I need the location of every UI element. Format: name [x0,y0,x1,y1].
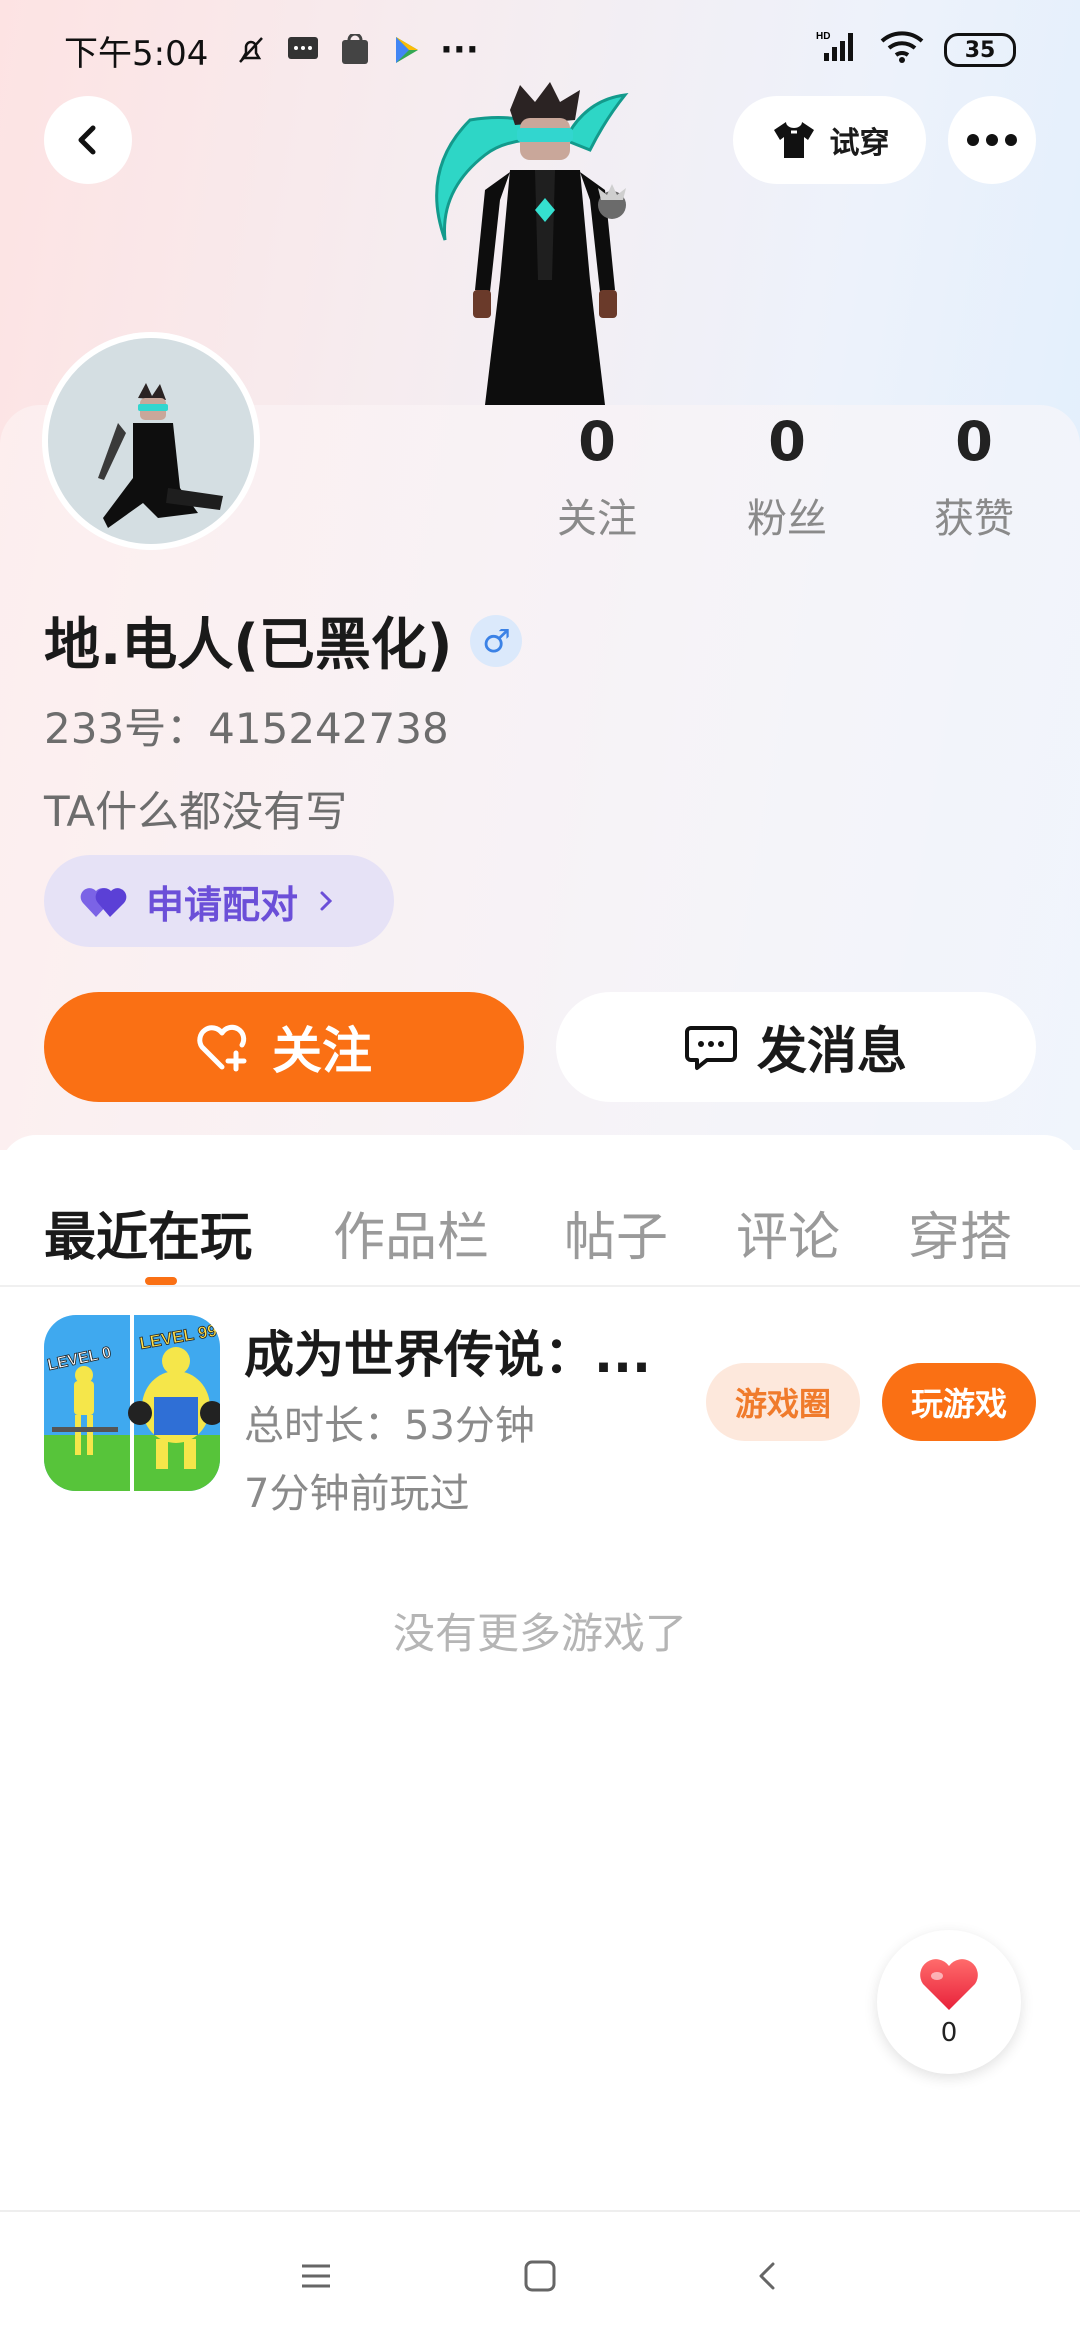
mi-store-icon [338,33,372,67]
tab-works[interactable]: 作品栏 [333,1195,489,1270]
tabs-divider [0,1285,1080,1287]
follow-label: 关注 [272,1022,372,1080]
send-message-label: 发消息 [757,1022,907,1080]
try-on-button[interactable]: 试穿 [733,96,926,184]
avatar-image [98,383,223,528]
character-avatar-figure[interactable] [415,80,675,405]
mute-bell-icon [234,33,268,67]
male-gender-icon: ♂ [470,614,523,667]
wifi-icon [880,29,924,72]
back-button[interactable] [44,96,132,184]
apply-pair-label: 申请配对 [146,882,299,927]
tab-recently-played[interactable]: 最近在玩 [44,1195,252,1270]
like-floating-button[interactable]: 0 [877,1930,1021,2074]
name-row: 地.电人(已黑化) ♂ [44,600,523,681]
send-message-button[interactable]: 发消息 [556,992,1036,1102]
stat-fans[interactable]: 0 粉丝 [707,410,867,544]
like-count: 0 [940,2018,958,2048]
system-navigation-bar [0,2210,1080,2340]
system-back-button[interactable] [746,2254,790,2298]
stat-fans-label: 粉丝 [747,496,827,542]
message-notification-icon [286,33,320,67]
shirt-icon [773,122,814,158]
game-icon[interactable]: LEVEL 0 LEVEL 999 [44,1315,220,1491]
status-time: 下午5:04 [64,33,209,74]
heart-icon [920,1959,978,2010]
game-title[interactable]: 成为世界传说：... [244,1315,704,1387]
stat-following-count: 0 [578,410,616,473]
stat-following[interactable]: 0 关注 [517,410,677,544]
stat-likes-count: 0 [955,410,993,473]
tab-outfits[interactable]: 穿搭 [908,1195,1012,1270]
game-list-item[interactable]: LEVEL 0 LEVEL 999 成为世界传说：... 总时长：53分钟 7分… [44,1315,1036,1517]
home-button[interactable] [518,2254,562,2298]
profile-tabs: 最近在玩 作品栏 帖子 评论 穿搭 [0,1165,1080,1287]
menu-icon [302,2264,330,2288]
stat-fans-count: 0 [768,410,806,473]
chevron-left-icon [759,2262,775,2290]
more-dots-icon [967,134,1017,146]
user-name: 地.电人(已黑化) [44,613,453,678]
chevron-right-icon [320,891,333,911]
chat-bubble-icon [685,1026,737,1070]
more-notifications-icon: ··· [439,30,479,70]
apply-pair-button[interactable]: 申请配对 [44,855,394,947]
tab-posts[interactable]: 帖子 [564,1195,668,1270]
game-circle-button[interactable]: 游戏圈 [706,1363,860,1441]
more-options-button[interactable] [948,96,1036,184]
square-home-icon [524,2260,556,2292]
tab-comments[interactable]: 评论 [736,1195,840,1270]
signal-icon: HD [816,29,860,72]
stat-likes-label: 获赞 [934,496,1014,542]
recent-apps-button[interactable] [294,2254,338,2298]
battery-indicator: 35 [944,33,1016,67]
avatar[interactable] [42,332,260,550]
heart-plus-icon [197,1024,247,1072]
back-arrow-icon [78,125,96,155]
play-store-icon [390,33,424,67]
no-more-games-text: 没有更多游戏了 [392,1609,687,1658]
stat-following-label: 关注 [557,496,637,542]
stat-likes[interactable]: 0 获赞 [894,410,1054,544]
double-heart-icon [80,888,127,917]
try-on-label: 试穿 [829,126,890,161]
game-total-time: 总时长：53分钟 [244,1403,535,1449]
svg-text:HD: HD [816,31,830,42]
tab-active-indicator [145,1277,177,1285]
follow-button[interactable]: 关注 [44,992,524,1102]
user-bio: TA什么都没有写 [44,787,348,836]
play-game-button[interactable]: 玩游戏 [882,1363,1036,1441]
user-id[interactable]: 233号：415242738 [44,695,449,756]
game-last-played: 7分钟前玩过 [244,1471,470,1517]
